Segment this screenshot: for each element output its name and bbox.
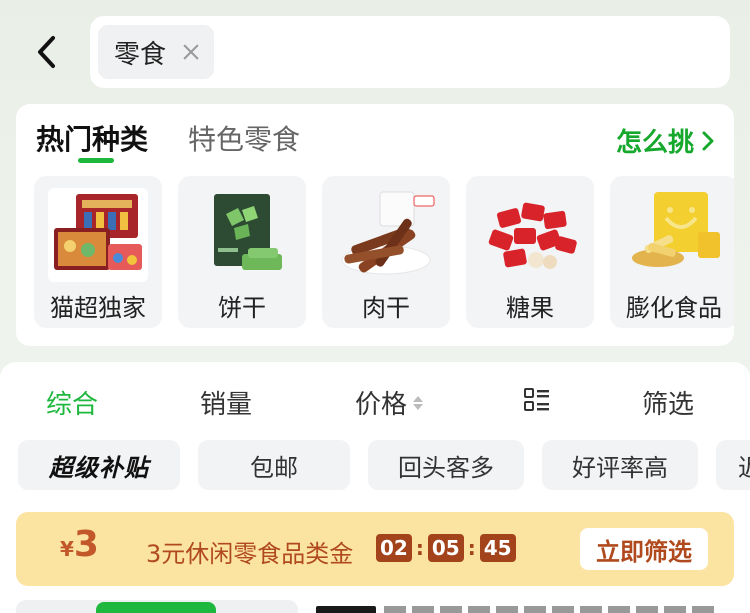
chip-free-shipping[interactable]: 包邮 <box>198 440 350 490</box>
category-item-jerky[interactable]: 肉干 <box>322 176 450 328</box>
filter-chip-row: 超级补贴 包邮 回头客多 好评率高 近 <box>18 440 750 490</box>
chevron-right-icon <box>702 131 714 150</box>
category-item-label: 饼干 <box>218 294 266 322</box>
category-item-puffed[interactable]: 膨化食品 <box>610 176 734 328</box>
timer-minutes: 05 <box>427 534 464 562</box>
results-panel: 综合 销量 价格 筛选 超级补贴 包邮 回头客多 好评率高 近 ¥3 3元休闲零… <box>0 362 750 613</box>
search-query-text: 零食 <box>114 39 167 70</box>
category-item-biscuit[interactable]: 饼干 <box>178 176 306 328</box>
super-subsidy-logo: 超级补贴 <box>49 453 149 482</box>
jerky-image <box>336 188 436 282</box>
coupon-banner: ¥3 3元休闲零食品类金 02 : 05 : 45 立即筛选 <box>16 512 734 586</box>
gift-box-image <box>48 188 148 282</box>
coupon-description: 3元休闲零食品类金 <box>146 540 354 568</box>
coupon-value: 3 <box>73 524 99 565</box>
category-item-label: 糖果 <box>506 294 554 322</box>
filter-button[interactable]: 筛选 <box>642 384 694 421</box>
category-item-label: 膨化食品 <box>626 294 722 322</box>
view-toggle-button[interactable] <box>524 388 550 412</box>
coupon-amount: ¥3 <box>60 524 99 565</box>
tab-hot-categories[interactable]: 热门种类 <box>36 118 148 163</box>
close-icon[interactable] <box>182 43 200 61</box>
search-bar[interactable]: 零食 <box>90 16 730 88</box>
product-title-peek <box>384 606 714 613</box>
puffed-snack-image <box>624 188 724 282</box>
candy-image <box>480 188 580 282</box>
tab-special-snacks[interactable]: 特色零食 <box>188 118 300 162</box>
category-item-exclusive[interactable]: 猫超独家 <box>34 176 162 328</box>
timer-seconds: 45 <box>479 534 516 562</box>
countdown-timer: 02 : 05 : 45 <box>376 534 516 562</box>
back-arrow-icon <box>38 36 55 68</box>
currency-symbol: ¥ <box>60 537 74 561</box>
timer-hours: 02 <box>376 534 412 562</box>
chip-repeat-buyers[interactable]: 回头客多 <box>368 440 524 490</box>
sort-arrows-icon <box>413 395 424 410</box>
search-query-chip[interactable]: 零食 <box>98 25 215 79</box>
product-badge-peek <box>316 606 376 613</box>
chip-high-rating[interactable]: 好评率高 <box>542 440 698 490</box>
apply-filter-button[interactable]: 立即筛选 <box>580 528 708 570</box>
product-tag-peek <box>96 602 216 613</box>
how-to-pick-label: 怎么挑 <box>615 128 694 158</box>
how-to-pick-link[interactable]: 怎么挑 <box>616 122 716 159</box>
chip-super-subsidy[interactable]: 超级补贴 <box>18 440 180 490</box>
sort-price[interactable]: 价格 <box>355 384 424 421</box>
sort-price-label: 价格 <box>355 390 408 420</box>
category-tabs: 热门种类 特色零食 <box>36 118 300 163</box>
category-item-label: 肉干 <box>362 294 410 322</box>
biscuit-image <box>192 188 292 282</box>
back-button[interactable] <box>28 30 64 74</box>
category-list: 猫超独家 饼干 肉干 糖果 膨化食品 <box>34 176 734 328</box>
category-item-label: 猫超独家 <box>50 294 146 322</box>
list-view-icon <box>524 388 549 411</box>
sort-comprehensive[interactable]: 综合 <box>46 384 98 421</box>
category-item-candy[interactable]: 糖果 <box>466 176 594 328</box>
sort-sales[interactable]: 销量 <box>200 384 252 421</box>
category-card: 热门种类 特色零食 怎么挑 猫超独家 饼干 肉干 糖果 膨化食品 <box>16 104 734 346</box>
chip-more[interactable]: 近 <box>716 440 750 490</box>
